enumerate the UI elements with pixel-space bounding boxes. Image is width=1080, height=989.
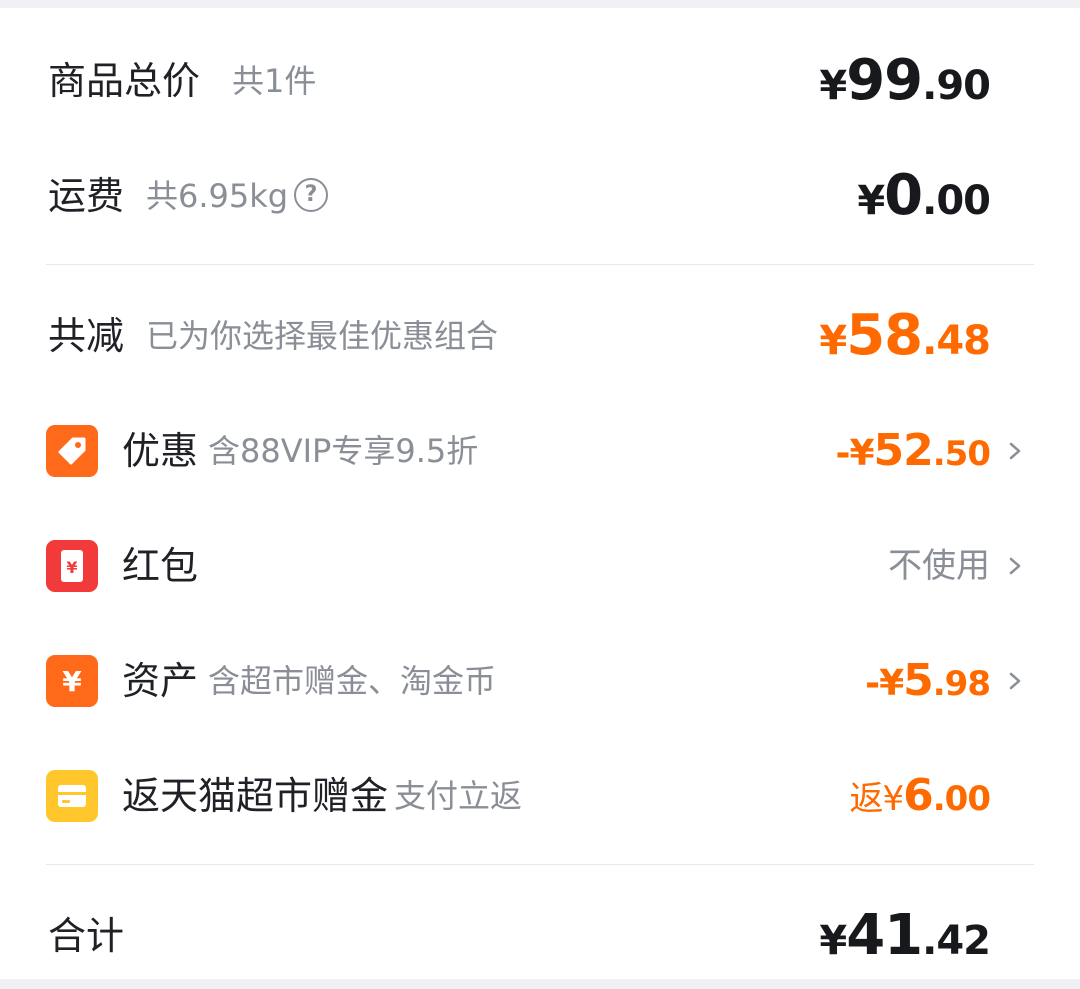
reduction-note: 已为你选择最佳优惠组合 bbox=[146, 317, 499, 355]
amount-decimal: .00 bbox=[922, 178, 991, 224]
currency-prefix: -¥ bbox=[835, 433, 875, 474]
amount-integer: 99 bbox=[846, 48, 923, 113]
amount-integer: 58 bbox=[846, 303, 923, 368]
reduction-row: 共减 已为你选择最佳优惠组合 ¥58.48 bbox=[0, 296, 1080, 376]
cashback-row: 返天猫超市赠金 支付立返 返¥6.00 bbox=[0, 756, 1080, 836]
currency-prefix: -¥ bbox=[865, 663, 904, 704]
amount-decimal: .42 bbox=[922, 918, 991, 964]
shipping-amount: ¥0.00 bbox=[857, 156, 991, 236]
chevron-right-icon[interactable] bbox=[1006, 442, 1024, 460]
currency-symbol: ¥ bbox=[819, 918, 847, 964]
divider bbox=[46, 864, 1034, 865]
total-amount: ¥41.42 bbox=[819, 896, 991, 976]
discount-note: 含88VIP专享9.5折 bbox=[208, 432, 479, 470]
divider bbox=[46, 264, 1034, 265]
amount-integer: 5 bbox=[903, 655, 934, 706]
total-label: 合计 bbox=[48, 914, 125, 958]
amount-decimal: .00 bbox=[932, 779, 991, 819]
discount-label: 优惠 bbox=[122, 429, 199, 473]
cashback-amount: 返¥6.00 bbox=[849, 756, 992, 836]
amount-integer: 6 bbox=[903, 770, 934, 821]
assets-amount: -¥5.98 bbox=[865, 641, 991, 721]
total-row: 合计 ¥41.42 bbox=[0, 896, 1080, 976]
yen-icon: ¥ bbox=[46, 655, 98, 707]
currency-symbol: ¥ bbox=[819, 63, 847, 109]
assets-label: 资产 bbox=[122, 659, 199, 703]
assets-row[interactable]: ¥ 资产 含超市赠金、淘金币 -¥5.98 bbox=[0, 641, 1080, 721]
shipping-row: 运费 共6.95kg ? ¥0.00 bbox=[0, 156, 1080, 236]
amount-integer: 41 bbox=[846, 903, 923, 968]
red-packet-value: 不使用 bbox=[888, 546, 990, 586]
amount-decimal: .50 bbox=[932, 434, 991, 474]
amount-integer: 52 bbox=[873, 425, 934, 476]
cashback-note: 支付立返 bbox=[394, 777, 523, 815]
shipping-weight: 共6.95kg bbox=[146, 177, 289, 215]
chevron-right-icon[interactable] bbox=[1006, 557, 1024, 575]
amount-decimal: .48 bbox=[922, 318, 991, 364]
currency-symbol: ¥ bbox=[857, 178, 885, 224]
red-packet-row[interactable]: ¥ 红包 不使用 bbox=[0, 526, 1080, 606]
amount-decimal: .98 bbox=[932, 664, 991, 704]
help-icon[interactable]: ? bbox=[294, 178, 328, 212]
red-packet-icon: ¥ bbox=[46, 540, 98, 592]
reduction-amount: ¥58.48 bbox=[819, 296, 991, 376]
amount-decimal: .90 bbox=[922, 63, 991, 109]
order-summary-card: 商品总价 共1件 ¥99.90 运费 共6.95kg ? ¥0.00 共减 已为… bbox=[0, 8, 1080, 979]
goods-total-row: 商品总价 共1件 ¥99.90 bbox=[0, 41, 1080, 121]
svg-text:¥: ¥ bbox=[62, 665, 82, 698]
discount-row[interactable]: 优惠 含88VIP专享9.5折 -¥52.50 bbox=[0, 411, 1080, 491]
shipping-label: 运费 bbox=[48, 174, 125, 218]
discount-amount: -¥52.50 bbox=[835, 411, 991, 491]
assets-note: 含超市赠金、淘金币 bbox=[208, 662, 497, 700]
chevron-right-icon[interactable] bbox=[1006, 672, 1024, 690]
card-icon bbox=[46, 770, 98, 822]
currency-symbol: ¥ bbox=[819, 318, 847, 364]
reduction-label: 共减 bbox=[48, 314, 125, 358]
svg-text:¥: ¥ bbox=[66, 558, 77, 577]
amount-integer: 0 bbox=[884, 163, 923, 228]
currency-prefix: 返¥ bbox=[849, 779, 905, 819]
tag-icon bbox=[46, 425, 98, 477]
goods-total-amount: ¥99.90 bbox=[819, 41, 991, 121]
goods-total-label: 商品总价 bbox=[48, 59, 201, 103]
red-packet-label: 红包 bbox=[122, 544, 199, 588]
cashback-label: 返天猫超市赠金 bbox=[122, 774, 389, 818]
goods-count: 共1件 bbox=[232, 62, 317, 100]
